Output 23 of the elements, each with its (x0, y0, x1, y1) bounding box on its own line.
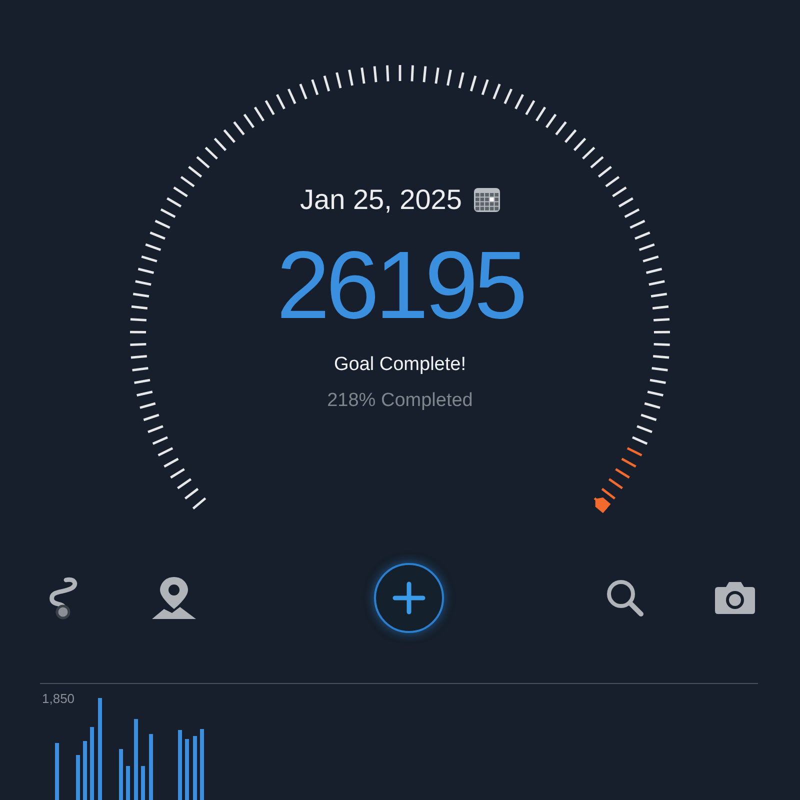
add-button[interactable] (374, 563, 444, 633)
chart-bar (83, 741, 87, 800)
search-icon[interactable] (604, 577, 646, 619)
chart-bar (193, 736, 197, 800)
chart-bar (141, 766, 145, 800)
plus-icon (392, 581, 426, 615)
chart-bar (126, 766, 130, 800)
chart-bar (119, 749, 123, 800)
chart-bar (185, 739, 189, 800)
camera-icon[interactable] (714, 581, 756, 615)
chart-bar (76, 755, 80, 800)
chart-bar (149, 734, 153, 800)
gauge-marker-icon (595, 498, 611, 514)
chart-max-label: 1,850 (42, 691, 75, 706)
progress-text: 218% Completed (327, 390, 473, 412)
chart-bar (200, 729, 204, 800)
calendar-icon[interactable] (474, 188, 500, 212)
map-pin-icon[interactable] (150, 575, 198, 621)
chart-bar (55, 743, 59, 800)
step-count: 26195 (276, 238, 524, 334)
date-label: Jan 25, 2025 (300, 184, 462, 216)
goal-status: Goal Complete! (334, 354, 466, 376)
chart-bar (178, 730, 182, 800)
